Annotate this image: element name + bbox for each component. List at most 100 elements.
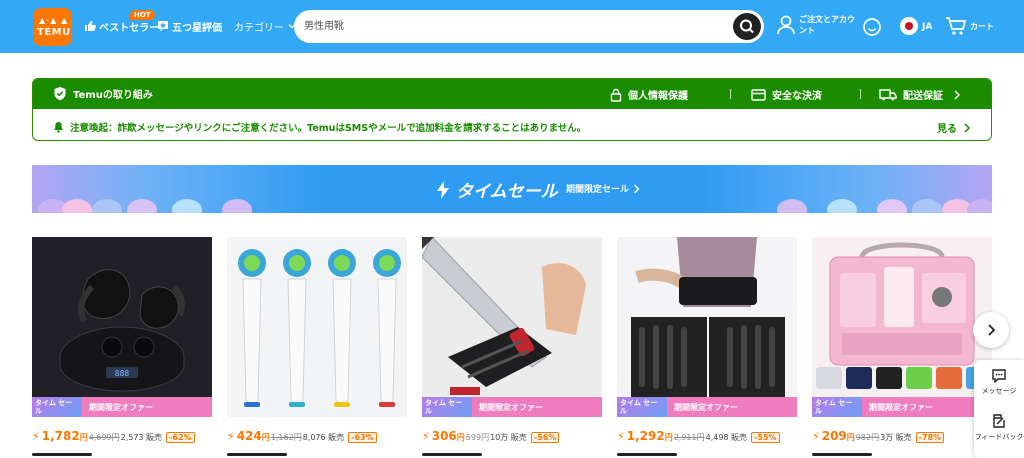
discount-badge: -55% bbox=[751, 432, 780, 443]
search-input[interactable] bbox=[304, 17, 724, 36]
chevron-right-icon bbox=[634, 184, 640, 193]
product-card[interactable]: ⚡ 424 円 1,162円 8,076 販売 -63% bbox=[227, 237, 407, 458]
flower-decoration bbox=[967, 199, 992, 213]
five-star-link[interactable]: 五つ星評価 bbox=[157, 17, 222, 35]
delivery-guarantee-link[interactable]: 配送保証 bbox=[879, 87, 961, 102]
see-more-link[interactable]: 見る bbox=[937, 120, 971, 135]
sale-price: 1,292 bbox=[626, 429, 665, 443]
hot-badge: HOT bbox=[130, 10, 155, 20]
sale-price: 306 bbox=[431, 429, 457, 443]
stock-progress-bar bbox=[812, 453, 872, 456]
scam-warning-notice: 注意喚起：詐欺メッセージやリンクにご注意ください。TemuはSMSやメールで追加… bbox=[53, 120, 586, 134]
search-icon bbox=[740, 19, 754, 34]
price-row: ⚡ 306 円 699円 10万 販売 -56% bbox=[422, 429, 602, 443]
stock-progress-bar bbox=[422, 453, 482, 456]
feedback-button[interactable]: フィードバック bbox=[974, 414, 1024, 458]
top-header: ▲·▲ ▲ TEMU ベストセラー HOT 五つ星評価 カテゴリー ご注文とアカ… bbox=[0, 0, 1024, 53]
flower-decoration bbox=[92, 199, 122, 213]
lightning-icon: ⚡ bbox=[812, 430, 820, 443]
flower-decoration bbox=[127, 199, 157, 213]
sale-price: 1,782 bbox=[41, 429, 80, 443]
card-icon bbox=[751, 88, 766, 101]
product-image-knife-sharpener[interactable] bbox=[422, 237, 602, 417]
categories-menu[interactable]: カテゴリー bbox=[234, 17, 300, 35]
original-price: 699円 bbox=[465, 433, 490, 442]
cart-icon[interactable] bbox=[945, 15, 967, 37]
trust-title[interactable]: Temuの取り組み bbox=[53, 86, 153, 101]
original-price: 1,162円 bbox=[270, 433, 302, 442]
stock-progress-bar bbox=[617, 453, 677, 456]
bell-icon bbox=[54, 122, 63, 133]
limited-time-sale-link[interactable]: 期間限定セール bbox=[566, 182, 640, 195]
svg-text:888: 888 bbox=[115, 369, 130, 378]
product-image-handbag-organizer[interactable] bbox=[812, 237, 992, 417]
sold-count: 3万 販売 bbox=[880, 433, 912, 442]
limited-offer-strip: タイム セール 期間限定オファー bbox=[32, 397, 212, 417]
secure-payment-link[interactable]: 安全な決済 bbox=[751, 87, 822, 102]
trust-header: Temuの取り組み 個人情報保護 安全な決済 配送保証 bbox=[33, 79, 991, 109]
flower-decoration bbox=[222, 199, 252, 213]
discount-badge: -63% bbox=[348, 432, 377, 443]
divider bbox=[860, 89, 861, 99]
discount-badge: -62% bbox=[166, 432, 195, 443]
feedback-edit-icon bbox=[993, 414, 1005, 428]
time-sale-tag: タイム セール bbox=[422, 397, 472, 417]
time-sale-tag: タイム セール bbox=[32, 397, 82, 417]
flower-decoration bbox=[827, 199, 857, 213]
lock-icon bbox=[610, 88, 622, 102]
sold-count: 4,498 販売 bbox=[705, 433, 748, 442]
trust-commitment-box: Temuの取り組み 個人情報保護 安全な決済 配送保証 注意喚起：詐欺メッセージ… bbox=[32, 78, 992, 141]
product-card[interactable]: タイム セール 期間限定オファー ⚡ 209 円 982円 3万 販売 -78% bbox=[812, 237, 992, 458]
chevron-right-icon bbox=[954, 89, 961, 100]
original-price: 982円 bbox=[855, 433, 880, 442]
sold-count: 10万 販売 bbox=[490, 433, 527, 442]
price-row: ⚡ 1,292 円 2,911円 4,498 販売 -55% bbox=[617, 429, 797, 443]
chevron-right-icon bbox=[964, 122, 971, 133]
flash-sale-banner[interactable]: タイムセール 期間限定セール bbox=[32, 165, 992, 213]
support-smiley-icon[interactable] bbox=[862, 17, 882, 37]
time-sale-tag: タイム セール bbox=[812, 397, 862, 417]
lightning-icon: ⚡ bbox=[227, 430, 235, 443]
flower-decoration bbox=[777, 199, 807, 213]
product-image-wireless-earbuds[interactable]: 888 bbox=[32, 237, 212, 417]
product-image-toothbrush-heads[interactable] bbox=[227, 237, 407, 417]
product-image-back-support-belt[interactable] bbox=[617, 237, 797, 417]
limited-offer-strip: タイム セール 期間限定オファー bbox=[422, 397, 602, 417]
star-review-icon bbox=[158, 21, 168, 32]
search-bar bbox=[294, 10, 764, 43]
language-selector[interactable]: JA bbox=[922, 18, 932, 36]
truck-icon bbox=[879, 88, 897, 100]
lightning-icon bbox=[437, 180, 449, 199]
stock-progress-bar bbox=[32, 453, 92, 456]
lightning-icon: ⚡ bbox=[32, 430, 40, 443]
japan-flag-icon[interactable] bbox=[900, 17, 918, 35]
user-icon bbox=[777, 15, 795, 35]
limited-offer-strip: タイム セール 期間限定オファー bbox=[617, 397, 797, 417]
chat-bubble-icon bbox=[992, 369, 1006, 383]
temu-logo[interactable]: ▲·▲ ▲ TEMU bbox=[33, 8, 72, 46]
privacy-protection-link[interactable]: 個人情報保護 bbox=[610, 87, 688, 102]
price-row: ⚡ 1,782 円 4,699円 2,573 販売 -62% bbox=[32, 429, 212, 443]
stock-progress-bar bbox=[227, 453, 287, 456]
chevron-right-icon bbox=[988, 324, 996, 336]
lightning-icon: ⚡ bbox=[422, 430, 430, 443]
shield-check-icon bbox=[54, 87, 66, 101]
product-card[interactable]: タイム セール 期間限定オファー ⚡ 306 円 699円 10万 販売 -56… bbox=[422, 237, 602, 458]
flower-decoration bbox=[172, 199, 202, 213]
message-button[interactable]: メッセージ bbox=[974, 368, 1024, 412]
discount-badge: -78% bbox=[915, 432, 945, 443]
product-card[interactable]: タイム セール 期間限定オファー ⚡ 1,292 円 2,911円 4,498 … bbox=[617, 237, 797, 458]
sold-count: 2,573 販売 bbox=[120, 433, 163, 442]
flower-decoration bbox=[877, 199, 907, 213]
original-price: 4,699円 bbox=[88, 433, 120, 442]
product-card[interactable]: 888 タイム セール 期間限定オファー ⚡ 1,782 円 4,699円 2,… bbox=[32, 237, 212, 458]
cart-label[interactable]: カート bbox=[970, 21, 994, 32]
sold-count: 8,076 販売 bbox=[302, 433, 345, 442]
carousel-next-button[interactable] bbox=[973, 312, 1009, 348]
original-price: 2,911円 bbox=[673, 433, 705, 442]
flower-decoration bbox=[912, 199, 942, 213]
flower-decoration bbox=[62, 199, 92, 213]
lightning-icon: ⚡ bbox=[617, 430, 625, 443]
flash-sale-title: タイムセール bbox=[436, 177, 558, 202]
search-button[interactable] bbox=[733, 13, 761, 40]
